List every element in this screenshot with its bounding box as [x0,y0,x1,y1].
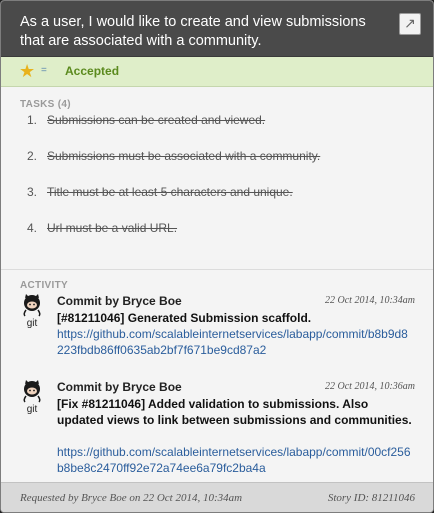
requested-by: Requested by Bryce Boe on 22 Oct 2014, 1… [20,492,243,504]
comment-author: Commit by Bryce Boe [57,380,182,394]
star-icon[interactable]: ★ [19,62,35,80]
expand-icon[interactable]: ↗ [399,13,421,35]
task-text: Submissions must be associated with a co… [47,149,321,163]
story-header: As a user, I would like to create and vi… [1,1,433,57]
comment-date: 22 Oct 2014, 10:36am [325,381,415,392]
commit-link[interactable]: https://github.com/scalableinternetservi… [57,326,413,358]
git-avatar-label: git [27,318,38,328]
git-octocat-icon: git [23,380,41,414]
task-text: Title must be at least 5 characters and … [47,185,293,199]
comment-date: 22 Oct 2014, 10:34am [325,295,415,306]
section-divider [1,269,433,270]
task-text: Submissions can be created and viewed. [47,113,266,127]
comment-message: [#81211046] Generated Submission scaffol… [57,311,312,325]
task-item[interactable]: 3. Title must be at least 5 characters an… [27,185,293,199]
task-item[interactable]: 2. Submissions must be associated with a … [27,149,320,163]
git-avatar-label: git [27,404,38,414]
story-title[interactable]: As a user, I would like to create and vi… [20,13,390,51]
task-item[interactable]: 4. Url must be a valid URL. [27,221,177,235]
story-panel: As a user, I would like to create and vi… [0,0,434,513]
task-number: 2. [27,149,38,163]
git-octocat-icon: git [23,294,41,328]
comment-message: [Fix #81211046] Added validation to subm… [57,397,412,427]
story-footer: Requested by Bryce Boe on 22 Oct 2014, 1… [1,482,433,512]
story-id: Story ID: 81211046 [327,492,415,504]
comment-author: Commit by Bryce Boe [57,294,182,308]
task-number: 1. [27,113,38,127]
task-item[interactable]: 1. Submissions can be created and viewed. [27,113,265,127]
state-label: Accepted [65,64,120,78]
activity-section-title: ACTIVITY [20,280,68,291]
task-text: Url must be a valid URL. [47,221,178,235]
estimate-selector[interactable]: = [41,65,47,76]
task-number: 4. [27,221,38,235]
task-number: 3. [27,185,38,199]
commit-link[interactable]: https://github.com/scalableinternetservi… [57,444,413,476]
tasks-section-title: TASKS (4) [20,99,71,110]
story-state-row: ★ = Accepted [1,57,433,87]
